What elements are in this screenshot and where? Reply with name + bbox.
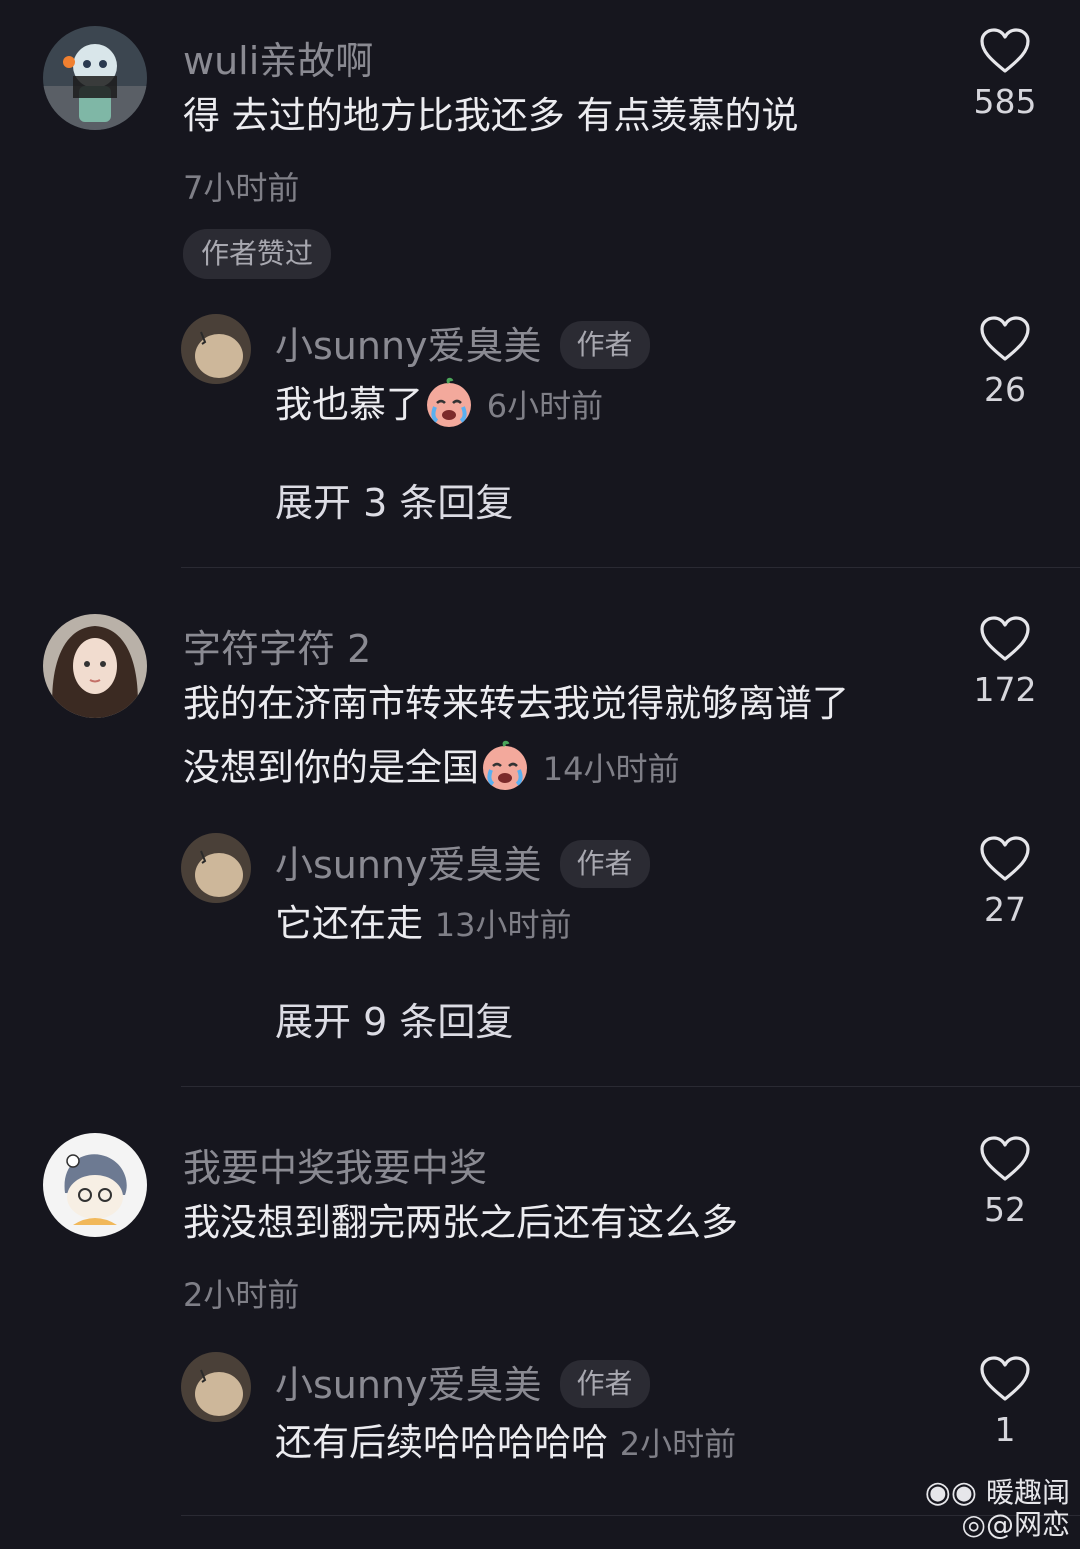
reply-username-text[interactable]: 小sunny爱臭美: [275, 1363, 542, 1407]
reply-avatar[interactable]: [181, 314, 251, 384]
reply-text: 它还在走: [275, 902, 423, 945]
reply-time: 6小时前: [486, 387, 604, 425]
like-count: 585: [973, 82, 1037, 121]
comment-text: 没想到你的是全国: [183, 746, 479, 789]
reply-like-button[interactable]: 26: [950, 316, 1060, 409]
comment-text: 得 去过的地方比我还多 有点羡慕的说: [183, 94, 799, 137]
crying-face-icon: [427, 377, 471, 427]
heart-icon: [980, 1356, 1030, 1401]
watermark-text1: 暖趣闻: [985, 1476, 1070, 1509]
reply-avatar[interactable]: [181, 833, 251, 903]
comment-time: 2小时前: [183, 1276, 300, 1314]
username[interactable]: 我要中奖我要中奖: [183, 1137, 487, 1192]
watermark-line2: ◎@网恋: [925, 1509, 1070, 1541]
reply-text-line: 还有后续哈哈哈哈哈 2小时前: [275, 1411, 736, 1476]
author-tag: 作者: [559, 839, 650, 888]
reply-username: 小sunny爱臭美 作者: [275, 315, 650, 373]
heart-icon: [980, 1136, 1030, 1181]
comment-text-line2: 没想到你的是全国 14小时前: [183, 736, 680, 801]
user-avatar[interactable]: [43, 26, 147, 130]
divider: [181, 567, 1080, 568]
reply-text: 我也慕了: [275, 383, 423, 426]
expand-replies-button[interactable]: 展开 3 条回复: [275, 472, 513, 527]
reply-text: 还有后续哈哈哈哈哈: [275, 1421, 608, 1464]
reply-like-button[interactable]: 1: [950, 1356, 1060, 1449]
user-avatar[interactable]: [43, 1133, 147, 1237]
reply-username-text[interactable]: 小sunny爱臭美: [275, 843, 542, 887]
weibo-icon: ◎: [961, 1508, 986, 1541]
watermark-text2: @网恋: [985, 1508, 1070, 1541]
like-button[interactable]: 585: [950, 28, 1060, 121]
like-count: 27: [984, 890, 1026, 929]
reply-username: 小sunny爱臭美 作者: [275, 1354, 650, 1412]
divider: [181, 1086, 1080, 1087]
username[interactable]: 字符字符 2: [183, 618, 371, 673]
like-count: 52: [984, 1190, 1026, 1229]
heart-icon: [980, 28, 1030, 73]
comment-time: 14小时前: [542, 750, 680, 788]
user-avatar[interactable]: [43, 614, 147, 718]
heart-icon: [980, 836, 1030, 881]
like-count: 172: [973, 670, 1037, 709]
crying-face-icon: [483, 740, 527, 790]
reply-username: 小sunny爱臭美 作者: [275, 834, 650, 892]
comment-time: 7小时前: [183, 169, 300, 207]
author-liked-badge: 作者赞过: [183, 229, 332, 279]
like-count: 26: [984, 370, 1026, 409]
heart-icon: [980, 316, 1030, 361]
username[interactable]: wuli亲故啊: [183, 30, 373, 85]
reply-text-line: 我也慕了 6小时前: [275, 373, 603, 438]
like-button[interactable]: 172: [950, 616, 1060, 709]
author-tag: 作者: [559, 320, 650, 369]
reply-time: 13小时前: [434, 906, 572, 944]
wechat-icon: ◉◉: [924, 1475, 978, 1510]
watermark: ◉◉ 暖趣闻 ◎@网恋: [925, 1477, 1070, 1541]
comment-text-line1: 我的在济南市转来转去我觉得就够离谱了: [183, 682, 849, 725]
watermark-line1: ◉◉ 暖趣闻: [925, 1477, 1070, 1509]
reply-like-button[interactable]: 27: [950, 836, 1060, 929]
author-tag: 作者: [559, 1359, 650, 1408]
like-button[interactable]: 52: [950, 1136, 1060, 1229]
reply-username-text[interactable]: 小sunny爱臭美: [275, 324, 542, 368]
comment-text: 我没想到翻完两张之后还有这么多: [183, 1201, 738, 1244]
expand-replies-button[interactable]: 展开 9 条回复: [275, 991, 513, 1046]
reply-text-line: 它还在走 13小时前: [275, 892, 572, 957]
reply-time: 2小时前: [619, 1425, 737, 1463]
reply-avatar[interactable]: [181, 1352, 251, 1422]
heart-icon: [980, 616, 1030, 661]
like-count: 1: [994, 1410, 1016, 1449]
